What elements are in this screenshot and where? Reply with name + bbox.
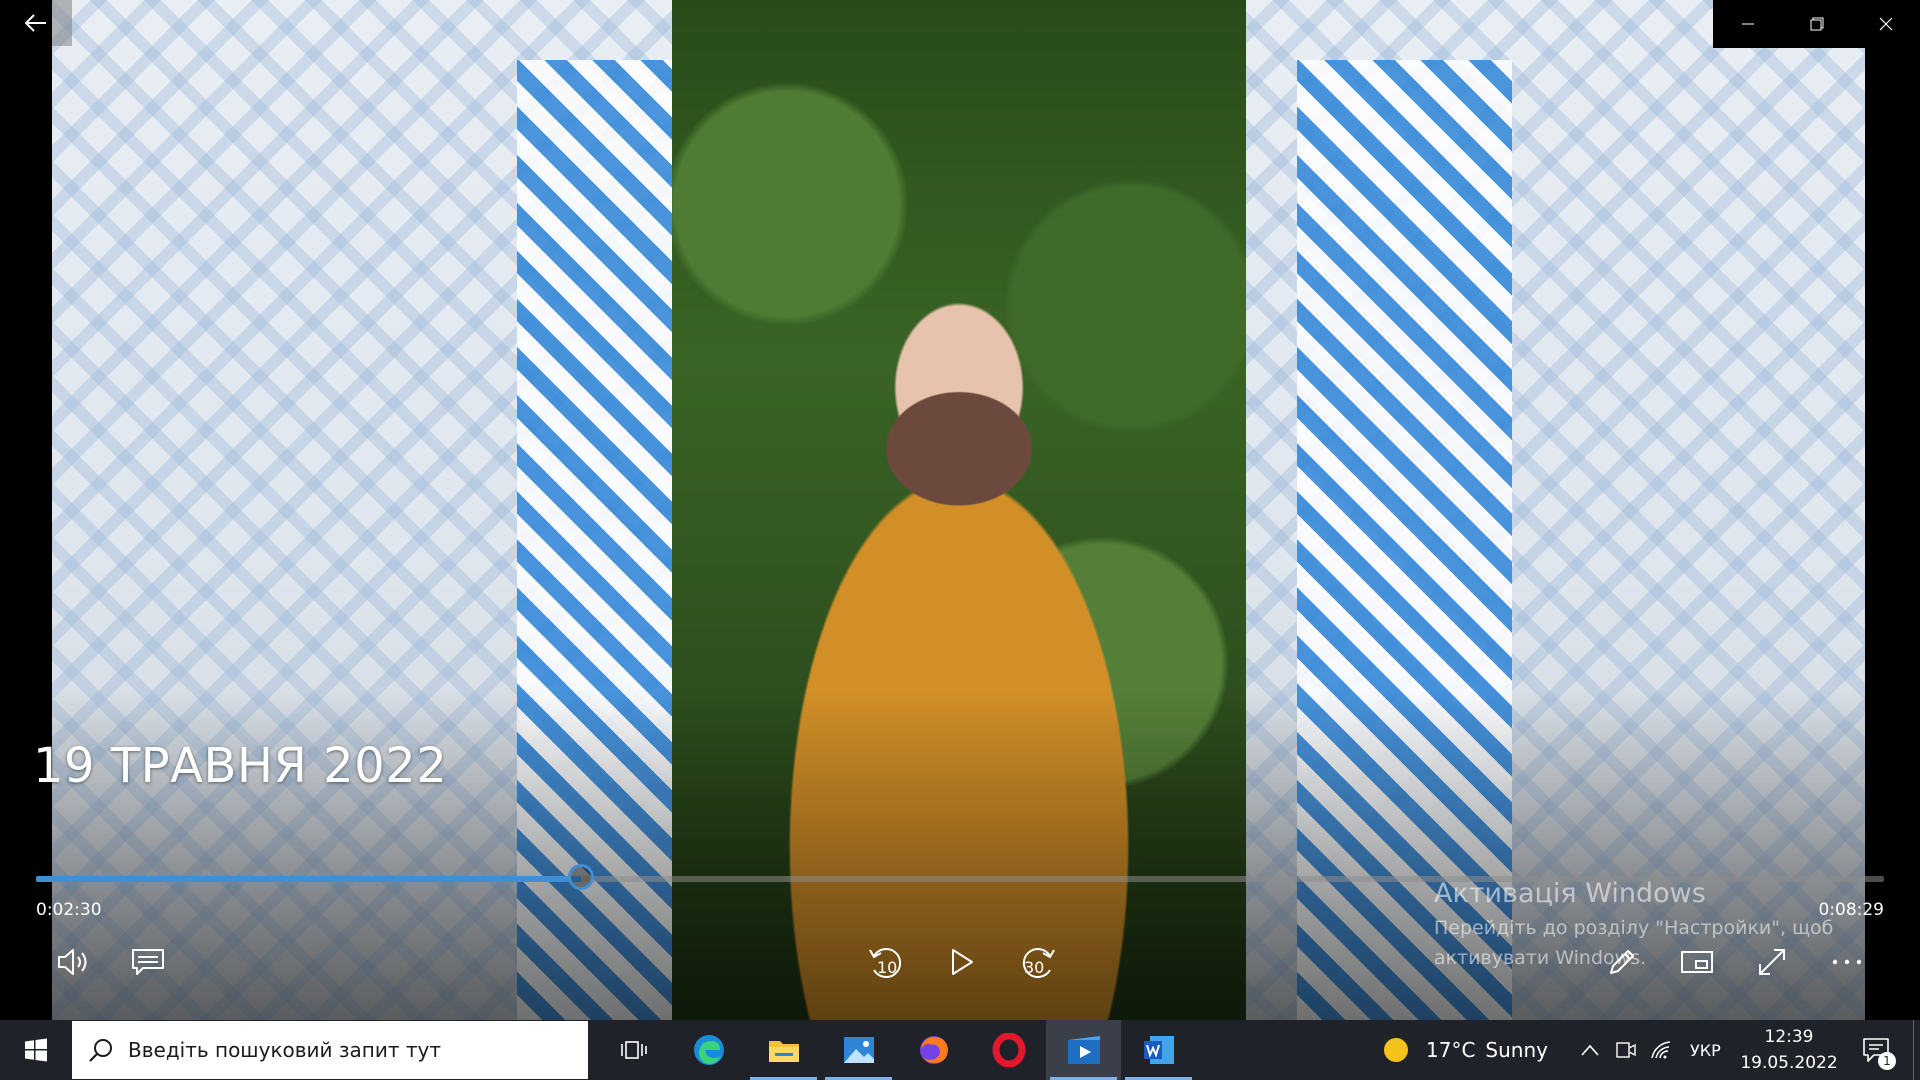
close-button[interactable] xyxy=(1851,0,1920,48)
show-hidden-icons-button[interactable] xyxy=(1572,1020,1608,1080)
file-explorer-icon xyxy=(768,1041,799,1062)
photos-icon xyxy=(843,1037,874,1063)
close-icon xyxy=(1879,17,1892,31)
taskbar-weather[interactable]: 17°C Sunny xyxy=(1380,1020,1548,1080)
seek-bar-thumb[interactable] xyxy=(568,864,595,890)
restore-button[interactable] xyxy=(1782,0,1851,48)
meet-now-button[interactable] xyxy=(1608,1020,1644,1080)
more-icon xyxy=(1832,959,1862,965)
window-controls xyxy=(1713,0,1920,48)
weather-condition: Sunny xyxy=(1485,1038,1548,1062)
volume-icon xyxy=(58,949,87,975)
windows-logo-icon xyxy=(25,1038,47,1062)
search-icon xyxy=(89,1039,112,1062)
restore-icon xyxy=(1810,17,1823,31)
minimize-icon xyxy=(1741,23,1754,25)
taskbar-movies-tv[interactable] xyxy=(1046,1020,1121,1080)
movies-tv-icon xyxy=(1067,1036,1100,1064)
volume-button[interactable] xyxy=(50,938,98,986)
skip-forward-button[interactable]: 30 xyxy=(1014,938,1062,986)
firefox-icon xyxy=(919,1036,948,1064)
input-language[interactable]: УКР xyxy=(1690,1041,1721,1060)
skip-forward-value: 30 xyxy=(1024,958,1045,977)
edit-button[interactable] xyxy=(1598,938,1646,986)
taskbar-firefox[interactable] xyxy=(896,1020,971,1080)
play-icon xyxy=(952,949,973,975)
task-view-button[interactable] xyxy=(596,1020,671,1080)
word-icon xyxy=(1143,1036,1174,1064)
taskbar-photos[interactable] xyxy=(821,1020,896,1080)
fullscreen-button[interactable] xyxy=(1748,938,1796,986)
skip-back-value: 10 xyxy=(877,958,898,977)
notification-count-badge: 1 xyxy=(1878,1052,1896,1070)
taskbar-opera[interactable] xyxy=(971,1020,1046,1080)
action-center-button[interactable]: 1 xyxy=(1846,1020,1906,1080)
play-button[interactable] xyxy=(938,938,986,986)
pencil-icon xyxy=(1610,950,1634,974)
chevron-up-icon xyxy=(1581,1044,1599,1056)
task-view-icon xyxy=(620,1041,647,1059)
current-time: 0:02:30 xyxy=(36,900,102,920)
clock-time: 12:39 xyxy=(1764,1027,1814,1047)
start-button[interactable] xyxy=(0,1020,72,1080)
back-button[interactable] xyxy=(0,0,72,46)
mini-view-button[interactable] xyxy=(1673,938,1721,986)
opera-icon xyxy=(992,1033,1025,1067)
skip-back-button[interactable]: 10 xyxy=(862,938,910,986)
clock-date: 19.05.2022 xyxy=(1740,1053,1838,1073)
taskbar-file-explorer[interactable] xyxy=(746,1020,821,1080)
video-player[interactable]: 19 ТРАВНЯ 2022 0:02:30 0:08:29 Активація… xyxy=(0,0,1920,1020)
subtitles-icon xyxy=(132,949,164,975)
taskbar-clock[interactable]: 12:39 19.05.2022 xyxy=(1734,1024,1844,1076)
sun-icon xyxy=(1384,1038,1408,1062)
system-tray: УКР xyxy=(1572,1020,1731,1080)
activation-title: Активація Windows xyxy=(1434,878,1706,909)
video-title: 19 ТРАВНЯ 2022 xyxy=(33,738,448,794)
seek-bar-progress xyxy=(36,876,582,882)
taskbar-search-box[interactable]: Введіть пошуковий запит тут xyxy=(72,1021,588,1079)
show-desktop-button[interactable] xyxy=(1913,1020,1920,1080)
camera-icon xyxy=(1616,1042,1636,1058)
network-button[interactable] xyxy=(1644,1020,1680,1080)
edge-icon xyxy=(693,1035,724,1065)
minimize-button[interactable] xyxy=(1713,0,1782,48)
more-options-button[interactable] xyxy=(1823,938,1871,986)
taskbar-edge[interactable] xyxy=(671,1020,746,1080)
search-placeholder: Введіть пошуковий запит тут xyxy=(128,1038,442,1062)
fullscreen-icon xyxy=(1759,949,1785,975)
weather-temperature: 17°C xyxy=(1426,1038,1476,1062)
subtitles-button[interactable] xyxy=(124,938,172,986)
mini-view-icon xyxy=(1681,951,1713,973)
wifi-icon xyxy=(1651,1041,1671,1059)
taskbar-word[interactable] xyxy=(1121,1020,1196,1080)
arrow-left-icon xyxy=(25,14,46,32)
